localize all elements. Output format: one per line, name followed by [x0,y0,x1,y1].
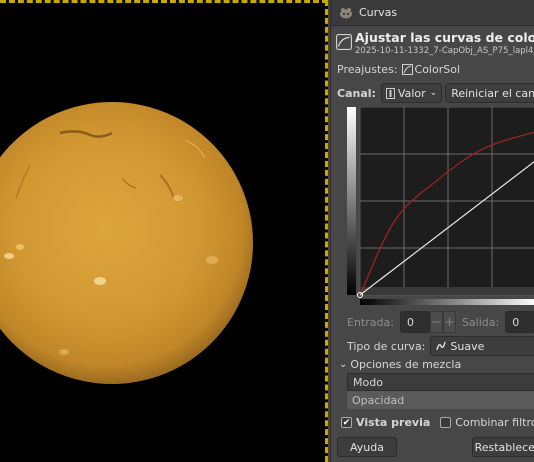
blend-options-header: Opciones de mezcla [350,358,462,371]
histogram [361,287,534,295]
value-channel-icon [385,87,395,99]
preset-curve-icon [401,64,413,75]
output-label: Salida: [461,315,500,329]
blend-mode-select[interactable]: Modo [347,373,534,391]
curve-type-row: Tipo de curva: Suave [347,336,534,356]
opacity-slider[interactable]: Opacidad [347,391,534,409]
chevron-down-icon: ⌄ [339,359,348,370]
channel-label: Canal: [337,86,376,100]
dialog-titlebar[interactable]: Curvas [331,0,534,26]
gimp-icon [340,7,352,18]
curves-dialog: Curvas Ajustar las curvas de color 2025-… [330,0,534,462]
blend-options-expander[interactable]: ⌄ Opciones de mezcla [339,358,461,371]
smooth-curve-icon [436,341,447,351]
sun-image [0,102,253,384]
image-canvas[interactable] [0,0,328,462]
split-view-label: Combinar filtro [455,416,534,429]
channel-value: Valor [397,86,426,100]
plus-icon[interactable]: + [442,311,456,333]
opacity-label: Opacidad [352,393,405,407]
curve-editor[interactable] [347,106,534,305]
image-name: 2025-10-11-1332_7-CapObj_AS_P75_lapl4_ap… [355,46,534,56]
preview-checkbox[interactable]: ✔ [341,417,352,428]
output-gradient-bar [360,299,534,305]
minus-icon[interactable]: − [429,311,443,333]
dialog-heading: Ajustar las curvas de color [355,30,534,45]
curve-type-label: Tipo de curva: [347,339,426,353]
curves-tool-icon [336,34,352,50]
help-button[interactable]: Ayuda [337,437,397,457]
blend-mode-label: Modo [353,375,383,389]
input-label: Entrada: [347,315,394,329]
split-view-checkbox[interactable] [440,417,452,428]
point-coordinates-row: Entrada: 0 − + Salida: 0 − [347,311,534,333]
presets-row: Preajustes: ColorSol [337,63,460,76]
curve-type-value: Suave [450,339,485,353]
preview-row: ✔ Vista previa Combinar filtro [341,416,534,429]
curve-type-select[interactable]: Suave [430,336,534,356]
channel-row: Canal: Valor ⌄ Reiniciar el canal [337,83,534,103]
dialog-title: Curvas [359,6,398,19]
channel-select[interactable]: Valor ⌄ [380,83,443,103]
presets-label: Preajustes: [337,63,398,76]
presets-combo[interactable]: ColorSol [401,63,461,76]
preview-label: Vista previa [356,416,431,429]
input-spinbox[interactable]: 0 [399,311,430,333]
output-spinbox[interactable]: 0 [505,311,534,333]
input-gradient-bar [347,107,356,295]
presets-value: ColorSol [414,63,461,76]
chevron-down-icon: ⌄ [429,88,438,98]
reset-button[interactable]: Restablecer [472,437,534,457]
reset-channel-button[interactable]: Reiniciar el canal [445,83,534,103]
